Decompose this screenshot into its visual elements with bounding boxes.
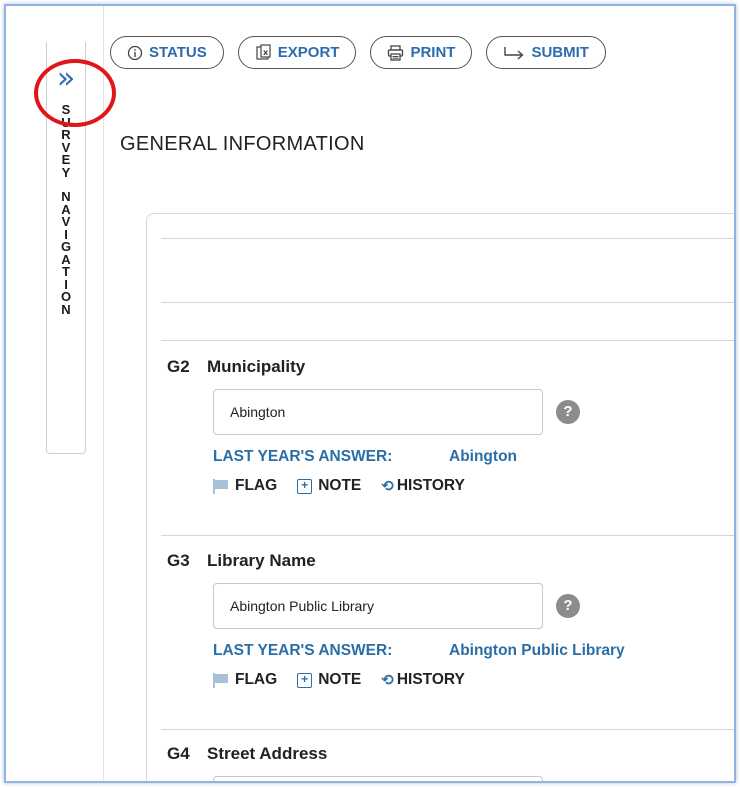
divider <box>161 340 734 341</box>
note-label: NOTE <box>318 477 362 494</box>
divider <box>161 535 734 536</box>
note-label: NOTE <box>318 671 362 688</box>
divider <box>161 238 734 239</box>
nav-letter: N <box>61 301 71 317</box>
flag-button[interactable]: FLAG <box>213 671 277 689</box>
submit-arrow-icon <box>503 46 525 60</box>
street-address-input[interactable] <box>213 776 543 781</box>
expand-chevron-icon[interactable]: » <box>53 64 79 96</box>
print-button[interactable]: PRINT <box>370 36 473 69</box>
flag-label: FLAG <box>235 477 278 494</box>
flag-button[interactable]: FLAG <box>213 477 277 495</box>
status-button[interactable]: STATUS <box>110 36 224 69</box>
print-button-label: PRINT <box>410 44 456 61</box>
question-g4: G4 Street Address ? <box>161 744 734 781</box>
export-button-label: EXPORT <box>277 44 340 61</box>
flag-icon <box>213 478 229 494</box>
history-button[interactable]: ⟲ HISTORY <box>381 671 465 689</box>
flag-label: FLAG <box>235 671 278 688</box>
submit-button[interactable]: SUBMIT <box>486 36 606 69</box>
question-label: Municipality <box>207 357 306 376</box>
help-icon[interactable]: ? <box>556 594 580 618</box>
excel-export-icon: x <box>255 44 272 61</box>
history-label: HISTORY <box>396 477 465 494</box>
question-number: G2 <box>167 357 190 376</box>
svg-text:x: x <box>263 48 269 57</box>
sidebar: » SURVEYNAVIGATION <box>6 6 116 781</box>
help-icon[interactable]: ? <box>556 400 580 424</box>
nav-letter: Y <box>61 164 71 180</box>
last-year-value[interactable]: Abington <box>449 448 517 466</box>
add-note-icon: + <box>297 478 313 494</box>
question-card: G2 Municipality ? LAST YEAR'S ANSWER: Ab… <box>146 213 734 781</box>
question-g2: G2 Municipality ? LAST YEAR'S ANSWER: Ab… <box>161 357 734 495</box>
flag-icon <box>213 672 229 688</box>
submit-button-label: SUBMIT <box>531 44 589 61</box>
history-label: HISTORY <box>396 671 465 688</box>
note-button[interactable]: + NOTE <box>297 671 361 689</box>
question-label: Street Address <box>207 744 328 763</box>
toolbar: STATUS x EXPORT PRINT SUBMIT <box>110 36 606 69</box>
note-button[interactable]: + NOTE <box>297 477 361 495</box>
info-icon <box>127 45 143 61</box>
question-actions: FLAG + NOTE ⟲ HISTORY <box>213 477 734 495</box>
history-icon: ⟲ <box>381 671 394 689</box>
last-year-answer: LAST YEAR'S ANSWER: Abington <box>213 448 734 466</box>
section-title: GENERAL INFORMATION <box>120 133 365 155</box>
printer-icon <box>387 44 404 61</box>
question-number: G3 <box>167 551 190 570</box>
history-icon: ⟲ <box>381 477 394 495</box>
history-button[interactable]: ⟲ HISTORY <box>381 477 465 495</box>
divider <box>161 302 734 303</box>
status-button-label: STATUS <box>149 44 207 61</box>
app-frame: » SURVEYNAVIGATION STATUS x EXPORT PRINT <box>4 4 736 783</box>
municipality-input[interactable] <box>213 389 543 435</box>
last-year-label: LAST YEAR'S ANSWER: <box>213 448 393 465</box>
survey-navigation-label: SURVEYNAVIGATION <box>47 103 85 317</box>
add-note-icon: + <box>297 672 313 688</box>
question-g3: G3 Library Name ? LAST YEAR'S ANSWER: Ab… <box>161 551 734 689</box>
export-button[interactable]: x EXPORT <box>237 36 357 69</box>
survey-navigation-tab[interactable]: » SURVEYNAVIGATION <box>46 42 86 454</box>
question-number: G4 <box>167 744 190 763</box>
last-year-label: LAST YEAR'S ANSWER: <box>213 642 393 659</box>
divider <box>161 729 734 730</box>
question-label: Library Name <box>207 551 316 570</box>
question-actions: FLAG + NOTE ⟲ HISTORY <box>213 671 734 689</box>
last-year-answer: LAST YEAR'S ANSWER: Abington Public Libr… <box>213 642 734 660</box>
last-year-value[interactable]: Abington Public Library <box>449 642 625 660</box>
library-name-input[interactable] <box>213 583 543 629</box>
